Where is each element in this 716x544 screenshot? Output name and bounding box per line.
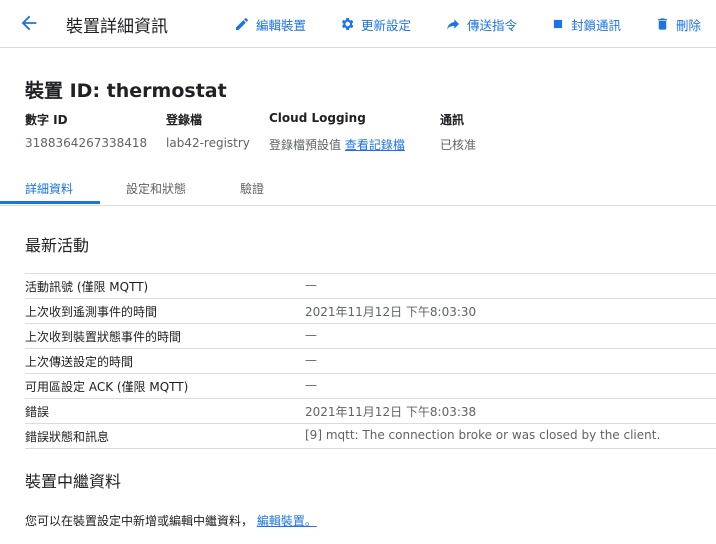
row-value: —	[305, 353, 317, 367]
table-row: 錯誤狀態和訊息 [9] mqtt: The connection broke or…	[25, 423, 716, 449]
block-communication-label: 封鎖通訊	[571, 17, 622, 33]
tab-divider	[0, 205, 716, 206]
row-key: 錯誤狀態和訊息	[25, 430, 110, 444]
registry-label: 登錄檔	[166, 113, 203, 127]
tab-config-state[interactable]: 設定和狀態	[126, 180, 186, 197]
update-config-label: 更新設定	[361, 17, 412, 33]
edit-device-label: 編輯裝置	[256, 17, 307, 33]
pencil-icon	[236, 17, 248, 30]
cloud-logging-label: Cloud Logging	[269, 111, 366, 125]
numeric-id-label: 數字 ID	[25, 113, 68, 127]
table-row: 錯誤 2021年11月12日 下午8:03:38	[25, 398, 716, 423]
numeric-id-value: 3188364267338418	[25, 136, 148, 150]
latest-activity-title: 最新活動	[25, 236, 90, 255]
back-arrow-icon[interactable]	[18, 12, 40, 34]
cloud-logging-setting: 登錄檔預設值	[269, 138, 342, 152]
registry-value: lab42-registry	[166, 136, 250, 150]
block-communication-button[interactable]: 封鎖通訊	[551, 14, 621, 34]
edit-device-button[interactable]: 編輯裝置	[234, 14, 306, 34]
row-value: —	[305, 378, 317, 392]
row-value: [9] mqtt: The connection broke or was cl…	[305, 428, 661, 442]
device-metadata-title: 裝置中繼資料	[25, 472, 122, 491]
table-row: 上次收到遙測事件的時間 2021年11月12日 下午8:03:30	[25, 298, 716, 323]
delete-label: 刪除	[676, 17, 702, 33]
active-tab-indicator	[0, 201, 100, 204]
table-row: 活動訊號 (僅限 MQTT) —	[25, 273, 716, 298]
communication-label: 通訊	[440, 113, 465, 127]
trash-icon	[658, 18, 667, 30]
metadata-note-text: 您可以在裝置設定中新增或編輯中繼資料，	[25, 514, 254, 528]
view-logs-link[interactable]: 查看記錄檔	[345, 138, 405, 152]
edit-device-link[interactable]: 編輯裝置。	[257, 514, 317, 528]
row-value: —	[305, 278, 317, 292]
gear-icon	[341, 18, 354, 30]
row-key: 錯誤	[25, 405, 50, 419]
table-row: 上次收到裝置狀態事件的時間 —	[25, 323, 716, 348]
delete-button[interactable]: 刪除	[655, 14, 701, 34]
share-arrow-icon	[447, 19, 459, 30]
row-value: 2021年11月12日 下午8:03:30	[305, 305, 477, 319]
row-value: 2021年11月12日 下午8:03:38	[305, 405, 477, 419]
row-value: —	[305, 328, 317, 342]
top-app-bar: 裝置詳細資訊 編輯裝置 更新設定 傳送指令 封鎖通訊 刪除	[0, 0, 716, 48]
table-row: 可用區設定 ACK (僅限 MQTT) —	[25, 373, 716, 398]
row-key: 上次收到遙測事件的時間	[25, 305, 158, 319]
page-title: 裝置詳細資訊	[66, 17, 168, 37]
stop-square-icon	[553, 19, 563, 29]
row-key: 可用區設定 ACK (僅限 MQTT)	[25, 380, 189, 394]
row-key: 上次傳送設定的時間	[25, 355, 134, 369]
tab-authentication[interactable]: 驗證	[240, 180, 264, 197]
device-heading: 裝置 ID: thermostat	[25, 80, 227, 102]
update-config-button[interactable]: 更新設定	[339, 14, 411, 34]
activity-table: 活動訊號 (僅限 MQTT) — 上次收到遙測事件的時間 2021年11月12日 下…	[25, 273, 716, 449]
metadata-note: 您可以在裝置設定中新增或編輯中繼資料， 編輯裝置。	[25, 512, 317, 529]
tab-details[interactable]: 詳細資料	[25, 180, 73, 197]
cloud-logging-value: 登錄檔預設值 查看記錄檔	[269, 136, 405, 153]
table-row: 上次傳送設定的時間 —	[25, 348, 716, 373]
send-command-label: 傳送指令	[467, 17, 518, 33]
send-command-button[interactable]: 傳送指令	[445, 14, 517, 34]
communication-value: 已核准	[440, 138, 477, 152]
row-key: 上次收到裝置狀態事件的時間	[25, 330, 182, 344]
row-key: 活動訊號 (僅限 MQTT)	[25, 280, 149, 294]
